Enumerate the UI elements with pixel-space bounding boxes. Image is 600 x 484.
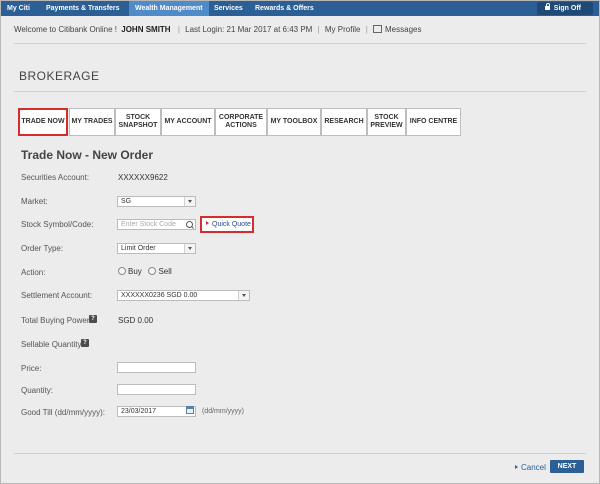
cancel-label: Cancel [521, 463, 546, 472]
action-radio-group: Buy Sell [118, 267, 172, 276]
quantity-label: Quantity: [21, 386, 54, 395]
help-icon[interactable]: ? [89, 315, 97, 323]
radio-icon [148, 267, 157, 275]
stock-symbol-label: Stock Symbol/Code: [21, 220, 94, 229]
market-select[interactable]: SG [117, 196, 196, 207]
order-type-select[interactable]: Limit Order [117, 243, 196, 254]
sign-off-button[interactable]: Sign Off [536, 2, 593, 15]
separator: | [317, 25, 320, 34]
tab-my-account[interactable]: MY ACCOUNT [161, 108, 215, 136]
tab-my-trades[interactable]: MY TRADES [69, 108, 115, 136]
buy-radio[interactable]: Buy [118, 267, 142, 276]
chevron-down-icon [184, 244, 195, 253]
chevron-down-icon [238, 291, 249, 300]
section-title: BROKERAGE [19, 69, 100, 83]
calendar-icon[interactable] [186, 406, 194, 414]
quantity-input[interactable] [117, 384, 196, 395]
search-icon[interactable] [186, 221, 193, 228]
tab-stock-snapshot[interactable]: STOCK SNAPSHOT [115, 108, 161, 136]
arrow-right-icon [515, 465, 518, 469]
sign-off-label: Sign Off [553, 5, 581, 12]
nav-payments-transfers[interactable]: Payments & Transfers [40, 1, 126, 16]
arrow-right-icon [206, 221, 209, 225]
tab-my-toolbox[interactable]: MY TOOLBOX [267, 108, 321, 136]
buy-label: Buy [128, 267, 142, 276]
settlement-account-label: Settlement Account: [21, 291, 93, 300]
nav-wealth-management[interactable]: Wealth Management [129, 1, 209, 16]
welcome-greeting: Welcome to Citibank Online ! [14, 25, 118, 34]
nav-my-citi[interactable]: My Citi [1, 1, 36, 16]
separator: | [177, 25, 180, 34]
market-select-value: SG [121, 198, 132, 205]
nav-rewards-offers[interactable]: Rewards & Offers [249, 1, 320, 16]
lock-icon [544, 3, 550, 10]
price-input[interactable] [117, 362, 196, 373]
quick-quote-link[interactable]: Quick Quote [200, 216, 254, 233]
sell-label: Sell [158, 267, 172, 276]
market-label: Market: [21, 197, 48, 206]
total-buying-power-label: Total Buying Power: [21, 316, 92, 325]
divider [14, 453, 586, 454]
good-till-input[interactable]: 23/03/2017 [117, 406, 196, 417]
tab-corporate-actions[interactable]: CORPORATE ACTIONS [215, 108, 267, 136]
sellable-quantity-label: Sellable Quantity: [21, 340, 84, 349]
last-login: Last Login: 21 Mar 2017 at 6:43 PM [185, 25, 313, 34]
quick-quote-label: Quick Quote [212, 221, 251, 228]
help-icon[interactable]: ? [81, 339, 89, 347]
price-label: Price: [21, 364, 42, 373]
chevron-down-icon [184, 197, 195, 206]
total-buying-power-value: SGD 0.00 [118, 316, 154, 325]
sell-radio[interactable]: Sell [148, 267, 172, 276]
top-navigation: My Citi Payments & Transfers Wealth Mana… [1, 1, 599, 16]
my-profile-link[interactable]: My Profile [325, 25, 361, 34]
settlement-account-value: XXXXXX0236 SGD 0.00 [121, 292, 198, 299]
radio-icon [118, 267, 126, 275]
separator: | [365, 25, 368, 34]
envelope-icon [373, 25, 382, 33]
divider [14, 91, 586, 92]
order-type-value: Limit Order [121, 245, 156, 252]
welcome-bar: Welcome to Citibank Online ! JOHN SMITH … [14, 25, 421, 34]
date-format-hint: (dd/mm/yyyy) [202, 408, 244, 415]
settlement-account-select[interactable]: XXXXXX0236 SGD 0.00 [117, 290, 250, 301]
next-button[interactable]: NEXT [550, 460, 584, 473]
divider [14, 43, 586, 44]
tab-stock-preview[interactable]: STOCK PREVIEW [367, 108, 406, 136]
order-type-label: Order Type: [21, 244, 64, 253]
tab-trade-now[interactable]: TRADE NOW [18, 108, 68, 136]
tab-info-centre[interactable]: INFO CENTRE [406, 108, 461, 136]
user-name: JOHN SMITH [121, 25, 171, 34]
cancel-link[interactable]: Cancel [515, 463, 546, 472]
messages-label: Messages [385, 25, 422, 34]
good-till-label: Good Till (dd/mm/yyyy): [21, 408, 106, 417]
nav-services[interactable]: Services [208, 1, 249, 16]
messages-link[interactable]: Messages [373, 25, 421, 34]
stock-symbol-placeholder: Enter Stock Code [121, 221, 176, 228]
browser-frame: My Citi Payments & Transfers Wealth Mana… [0, 0, 600, 484]
form-title: Trade Now - New Order [21, 148, 154, 162]
securities-account-label: Securities Account: [21, 173, 90, 182]
securities-account-value: XXXXXX9622 [118, 173, 168, 182]
action-label: Action: [21, 268, 46, 277]
tab-research[interactable]: RESEARCH [321, 108, 367, 136]
stock-symbol-input[interactable]: Enter Stock Code [117, 219, 196, 230]
